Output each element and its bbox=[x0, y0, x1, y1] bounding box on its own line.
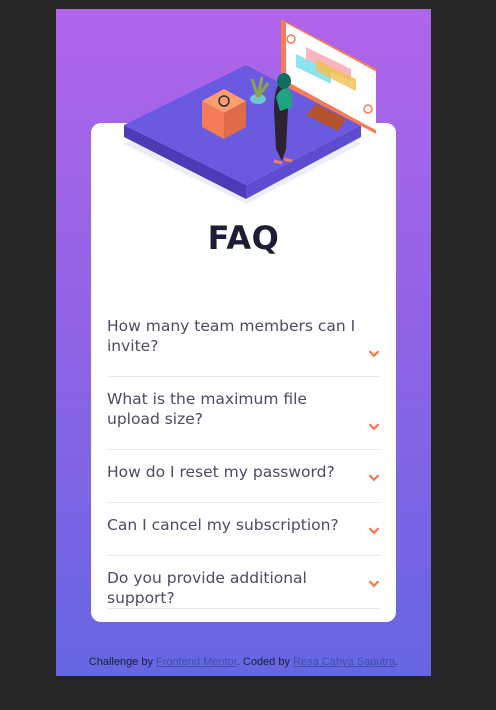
author-link[interactable]: Resa Cahya Saputra bbox=[293, 656, 395, 668]
frontend-mentor-link[interactable]: Frontend Mentor bbox=[156, 656, 237, 668]
chevron-down-icon bbox=[368, 527, 380, 535]
faq-item[interactable]: Do you provide additional support? bbox=[107, 556, 380, 609]
faq-page: FAQ How many team members can I invite? … bbox=[56, 9, 431, 676]
faq-question: What is the maximum file upload size? bbox=[107, 390, 307, 428]
woman-online-illustration bbox=[124, 19, 376, 204]
attribution-footer: Challenge by Frontend Mentor. Coded by R… bbox=[56, 656, 431, 668]
faq-item[interactable]: How many team members can I invite? bbox=[107, 304, 380, 377]
faq-list: How many team members can I invite? What… bbox=[107, 304, 380, 609]
chevron-down-icon bbox=[368, 580, 380, 588]
chevron-down-icon bbox=[368, 474, 380, 482]
chevron-down-icon bbox=[368, 423, 380, 431]
faq-question: Can I cancel my subscription? bbox=[107, 516, 339, 534]
page-title: FAQ bbox=[207, 219, 280, 257]
footer-middle: . Coded by bbox=[236, 656, 294, 668]
footer-suffix: . bbox=[395, 656, 399, 668]
faq-item[interactable]: What is the maximum file upload size? bbox=[107, 377, 380, 450]
faq-question: Do you provide additional support? bbox=[107, 569, 307, 607]
faq-question: How many team members can I invite? bbox=[107, 317, 356, 355]
faq-question: How do I reset my password? bbox=[107, 463, 335, 481]
faq-item[interactable]: How do I reset my password? bbox=[107, 450, 380, 503]
faq-item[interactable]: Can I cancel my subscription? bbox=[107, 503, 380, 556]
chevron-down-icon bbox=[368, 350, 380, 358]
footer-prefix: Challenge by bbox=[88, 656, 157, 668]
